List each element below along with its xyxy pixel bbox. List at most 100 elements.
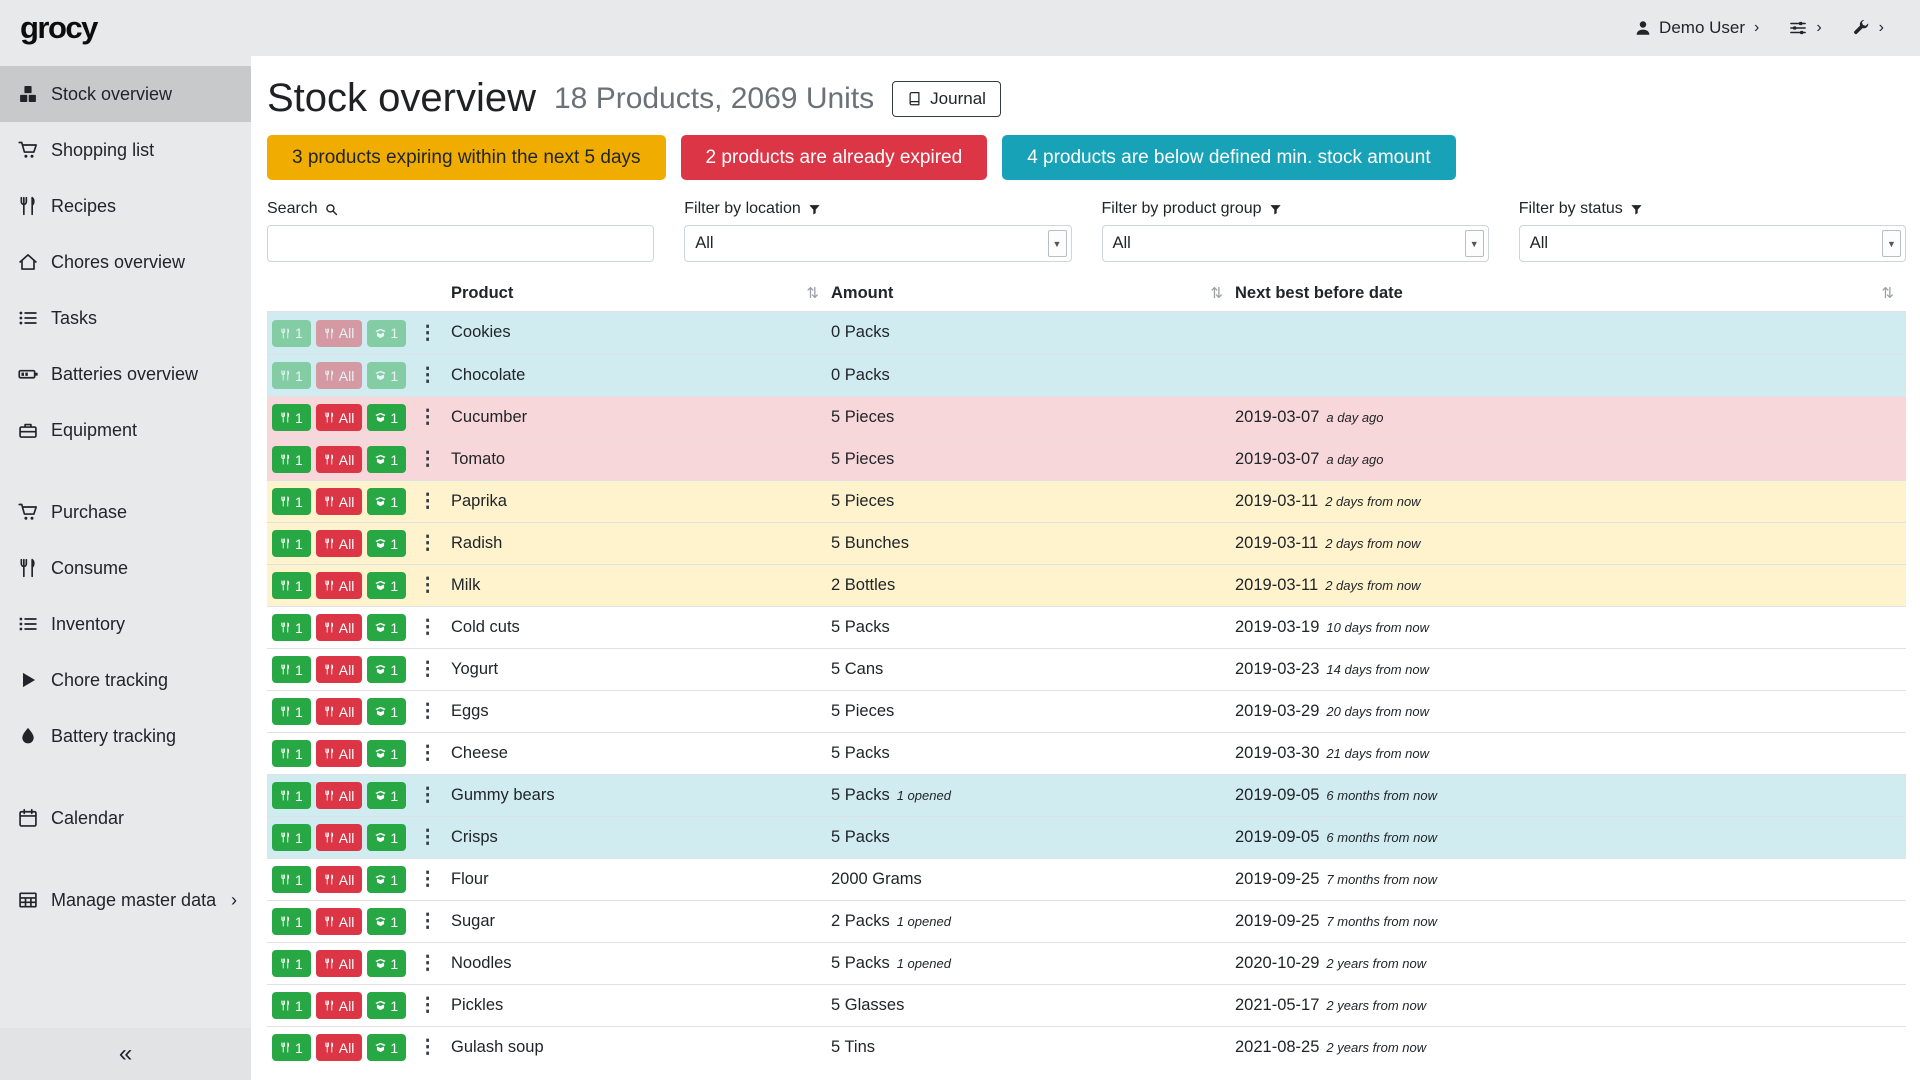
- open-one-button[interactable]: 1: [367, 950, 406, 977]
- consume-one-button[interactable]: 1: [272, 908, 311, 935]
- sidebar-item-tasks[interactable]: Tasks: [0, 290, 251, 346]
- consume-all-button[interactable]: All: [316, 866, 363, 893]
- consume-all-button[interactable]: All: [316, 572, 363, 599]
- consume-all-button[interactable]: All: [316, 740, 363, 767]
- consume-one-button[interactable]: 1: [272, 572, 311, 599]
- row-menu-button[interactable]: ⋮: [411, 448, 444, 471]
- open-one-button[interactable]: 1: [367, 656, 406, 683]
- open-one-button[interactable]: 1: [367, 404, 406, 431]
- open-one-button[interactable]: 1: [367, 992, 406, 1019]
- row-menu-button[interactable]: ⋮: [411, 826, 444, 849]
- consume-all-button[interactable]: All: [316, 1034, 363, 1061]
- row-menu-button[interactable]: ⋮: [411, 658, 444, 681]
- search-input[interactable]: [267, 225, 654, 262]
- amount-column-header[interactable]: Amount ⇅: [831, 274, 1235, 312]
- sidebar-item-chore-tracking[interactable]: Chore tracking: [0, 652, 251, 708]
- open-one-button[interactable]: 1: [367, 488, 406, 515]
- open-one-button[interactable]: 1: [367, 572, 406, 599]
- sidebar-item-equipment[interactable]: Equipment: [0, 402, 251, 458]
- row-menu-button[interactable]: ⋮: [411, 532, 444, 555]
- open-one-button[interactable]: 1: [367, 824, 406, 851]
- status-badge[interactable]: 4 products are below defined min. stock …: [1002, 135, 1455, 180]
- consume-one-button[interactable]: 1: [272, 866, 311, 893]
- consume-all-button[interactable]: All: [316, 530, 363, 557]
- sidebar-item-calendar[interactable]: Calendar: [0, 790, 251, 846]
- row-menu-button[interactable]: ⋮: [411, 616, 444, 639]
- date-column-header[interactable]: Next best before date ⇅: [1235, 274, 1906, 312]
- sidebar-item-inventory[interactable]: Inventory: [0, 596, 251, 652]
- consume-one-button[interactable]: 1: [272, 992, 311, 1019]
- consume-all-button[interactable]: All: [316, 446, 363, 473]
- row-menu-button[interactable]: ⋮: [411, 364, 444, 387]
- open-one-button[interactable]: 1: [367, 908, 406, 935]
- consume-one-button[interactable]: 1: [272, 404, 311, 431]
- consume-one-button[interactable]: 1: [272, 740, 311, 767]
- consume-all-button[interactable]: All: [316, 950, 363, 977]
- row-menu-button[interactable]: ⋮: [411, 490, 444, 513]
- consume-one-button[interactable]: 1: [272, 320, 311, 347]
- consume-all-button[interactable]: All: [316, 404, 363, 431]
- consume-all-button[interactable]: All: [316, 362, 363, 389]
- row-menu-button[interactable]: ⋮: [411, 994, 444, 1017]
- row-menu-button[interactable]: ⋮: [411, 1036, 444, 1059]
- product-column-header[interactable]: Product ⇅: [451, 274, 831, 312]
- consume-all-button[interactable]: All: [316, 656, 363, 683]
- consume-all-button[interactable]: All: [316, 782, 363, 809]
- status-badge[interactable]: 3 products expiring within the next 5 da…: [267, 135, 666, 180]
- sidebar-item-shopping-list[interactable]: Shopping list: [0, 122, 251, 178]
- open-one-button[interactable]: 1: [367, 866, 406, 893]
- product-group-select[interactable]: All ▼: [1102, 225, 1489, 262]
- consume-one-button[interactable]: 1: [272, 698, 311, 725]
- admin-menu[interactable]: ›: [1852, 19, 1884, 37]
- row-menu-button[interactable]: ⋮: [411, 868, 444, 891]
- consume-one-button[interactable]: 1: [272, 530, 311, 557]
- open-one-button[interactable]: 1: [367, 362, 406, 389]
- consume-all-button[interactable]: All: [316, 992, 363, 1019]
- consume-one-button[interactable]: 1: [272, 614, 311, 641]
- consume-one-button[interactable]: 1: [272, 782, 311, 809]
- sidebar-item-recipes[interactable]: Recipes: [0, 178, 251, 234]
- row-menu-button[interactable]: ⋮: [411, 784, 444, 807]
- consume-all-button[interactable]: All: [316, 698, 363, 725]
- sidebar-item-purchase[interactable]: Purchase: [0, 484, 251, 540]
- consume-one-button[interactable]: 1: [272, 446, 311, 473]
- sidebar-item-battery-tracking[interactable]: Battery tracking: [0, 708, 251, 764]
- consume-one-button[interactable]: 1: [272, 824, 311, 851]
- open-one-button[interactable]: 1: [367, 446, 406, 473]
- consume-all-button[interactable]: All: [316, 824, 363, 851]
- sidebar-item-consume[interactable]: Consume: [0, 540, 251, 596]
- open-one-button[interactable]: 1: [367, 320, 406, 347]
- sidebar-item-batteries-overview[interactable]: Batteries overview: [0, 346, 251, 402]
- user-menu[interactable]: Demo User ›: [1634, 18, 1759, 38]
- row-menu-button[interactable]: ⋮: [411, 952, 444, 975]
- row-menu-button[interactable]: ⋮: [411, 322, 444, 345]
- consume-all-button[interactable]: All: [316, 908, 363, 935]
- open-one-button[interactable]: 1: [367, 1034, 406, 1061]
- open-one-button[interactable]: 1: [367, 740, 406, 767]
- open-one-button[interactable]: 1: [367, 530, 406, 557]
- sidebar-item-manage-master-data[interactable]: Manage master data›: [0, 872, 251, 928]
- consume-one-button[interactable]: 1: [272, 1034, 311, 1061]
- consume-one-button[interactable]: 1: [272, 488, 311, 515]
- row-menu-button[interactable]: ⋮: [411, 406, 444, 429]
- open-one-button[interactable]: 1: [367, 782, 406, 809]
- status-select[interactable]: All ▼: [1519, 225, 1906, 262]
- consume-all-button[interactable]: All: [316, 614, 363, 641]
- row-menu-button[interactable]: ⋮: [411, 700, 444, 723]
- consume-all-button[interactable]: All: [316, 320, 363, 347]
- row-menu-button[interactable]: ⋮: [411, 742, 444, 765]
- sidebar-collapse-button[interactable]: «: [0, 1028, 251, 1080]
- location-select[interactable]: All ▼: [684, 225, 1071, 262]
- consume-one-button[interactable]: 1: [272, 362, 311, 389]
- open-one-button[interactable]: 1: [367, 698, 406, 725]
- consume-all-button[interactable]: All: [316, 488, 363, 515]
- open-one-button[interactable]: 1: [367, 614, 406, 641]
- settings-menu[interactable]: ›: [1789, 19, 1821, 37]
- consume-one-button[interactable]: 1: [272, 656, 311, 683]
- row-menu-button[interactable]: ⋮: [411, 574, 444, 597]
- sidebar-item-stock-overview[interactable]: Stock overview: [0, 66, 251, 122]
- status-badge[interactable]: 2 products are already expired: [681, 135, 988, 180]
- journal-button[interactable]: Journal: [892, 81, 1001, 117]
- sidebar-item-chores-overview[interactable]: Chores overview: [0, 234, 251, 290]
- consume-one-button[interactable]: 1: [272, 950, 311, 977]
